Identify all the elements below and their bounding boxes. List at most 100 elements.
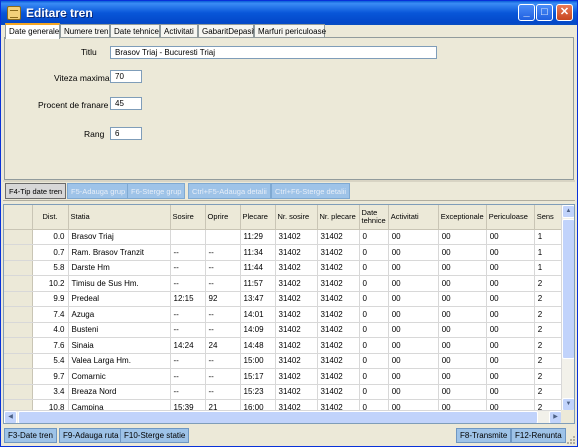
cell-activitati[interactable]: 00 [388, 384, 439, 400]
cell-periculoase[interactable]: 00 [486, 337, 535, 354]
cell-date-tehnice[interactable]: 0 [359, 322, 389, 338]
cell-periculoase[interactable]: 00 [486, 244, 535, 261]
cell-sosire[interactable]: -- [170, 384, 206, 400]
cell-nr-plecare[interactable]: 31402 [317, 384, 360, 400]
cell-dist[interactable]: 7.4 [32, 306, 69, 323]
cell-exceptionale[interactable]: 00 [438, 368, 487, 385]
cell-activitati[interactable]: 00 [388, 244, 439, 261]
cell-oprire[interactable]: -- [205, 244, 241, 261]
cell-nr-sosire[interactable]: 31402 [275, 291, 318, 307]
cell-dist[interactable]: 4.0 [32, 322, 69, 338]
resize-grip-icon[interactable] [566, 435, 576, 445]
tab-date-generale[interactable]: Date generale [5, 23, 60, 39]
cell-dist[interactable]: 0.7 [32, 244, 69, 261]
cell-oprire[interactable] [205, 229, 241, 245]
cell-statia[interactable]: Brasov Triaj [68, 229, 171, 245]
cell-nr-sosire[interactable]: 31402 [275, 337, 318, 354]
cell-exceptionale[interactable]: 00 [438, 291, 487, 307]
col-periculoase[interactable]: Periculoase [486, 205, 535, 230]
horizontal-scrollbar[interactable]: ◀ ▶ [4, 410, 563, 423]
cell-date-tehnice[interactable]: 0 [359, 368, 389, 385]
vertical-scrollbar[interactable]: ▲ ▼ [561, 205, 574, 411]
cell-plecare[interactable]: 11:29 [240, 229, 276, 245]
cell-exceptionale[interactable]: 00 [438, 229, 487, 245]
col-exceptionale[interactable]: Exceptionale [438, 205, 487, 230]
cell-nr-plecare[interactable]: 31402 [317, 244, 360, 261]
cell-statia[interactable]: Comarnic [68, 368, 171, 385]
row-header[interactable] [4, 306, 33, 323]
cell-nr-sosire[interactable]: 31402 [275, 306, 318, 323]
minimize-button[interactable]: _ [518, 4, 535, 21]
cell-dist[interactable]: 5.8 [32, 260, 69, 276]
cell-sens[interactable]: 2 [534, 353, 565, 369]
titlu-field[interactable]: Brasov Triaj - Bucuresti Triaj [110, 46, 437, 59]
cell-sens[interactable]: 2 [534, 322, 565, 338]
cell-periculoase[interactable]: 00 [486, 260, 535, 276]
cell-nr-sosire[interactable]: 31402 [275, 229, 318, 245]
cell-nr-sosire[interactable]: 31402 [275, 260, 318, 276]
col-dist[interactable]: Dist. [32, 205, 69, 230]
cell-activitati[interactable]: 00 [388, 353, 439, 369]
row-header[interactable] [4, 322, 33, 338]
cell-periculoase[interactable]: 00 [486, 368, 535, 385]
cell-date-tehnice[interactable]: 0 [359, 306, 389, 323]
cell-dist[interactable]: 10.2 [32, 275, 69, 292]
cell-periculoase[interactable]: 00 [486, 306, 535, 323]
cell-periculoase[interactable]: 00 [486, 275, 535, 292]
cell-nr-plecare[interactable]: 31402 [317, 353, 360, 369]
cell-dist[interactable]: 9.7 [32, 368, 69, 385]
cell-nr-sosire[interactable]: 31402 [275, 384, 318, 400]
cell-periculoase[interactable]: 00 [486, 229, 535, 245]
scroll-left-icon[interactable]: ◀ [4, 411, 17, 423]
col-oprire[interactable]: Oprire [205, 205, 241, 230]
table-row[interactable]: 9.7 Comarnic -- -- 15:17 31402 31402 0 00 00 00 2 [4, 368, 565, 385]
cell-oprire[interactable]: -- [205, 306, 241, 323]
tip-date-tren-button[interactable]: F4-Tip date tren [5, 183, 67, 199]
cell-statia[interactable]: Valea Larga Hm. [68, 353, 171, 369]
close-button[interactable]: ✕ [556, 4, 573, 21]
cell-nr-plecare[interactable]: 31402 [317, 337, 360, 354]
cell-nr-sosire[interactable]: 31402 [275, 353, 318, 369]
cell-oprire[interactable]: -- [205, 322, 241, 338]
cell-plecare[interactable]: 13:47 [240, 291, 276, 307]
cell-sosire[interactable]: -- [170, 244, 206, 261]
cell-statia[interactable]: Azuga [68, 306, 171, 323]
transmite-button[interactable]: F8-Transmite [456, 428, 512, 443]
horizontal-scroll-thumb[interactable] [18, 411, 538, 423]
cell-date-tehnice[interactable]: 0 [359, 384, 389, 400]
cell-oprire[interactable]: -- [205, 353, 241, 369]
table-row[interactable]: 3.4 Breaza Nord -- -- 15:23 31402 31402 0 00 00 00… [4, 384, 565, 400]
cell-periculoase[interactable]: 00 [486, 384, 535, 400]
cell-periculoase[interactable]: 00 [486, 322, 535, 338]
sterge-grup-button[interactable]: F6-Sterge grup [127, 183, 186, 199]
cell-exceptionale[interactable]: 00 [438, 322, 487, 338]
cell-exceptionale[interactable]: 00 [438, 306, 487, 323]
cell-statia[interactable]: Timisu de Sus Hm. [68, 275, 171, 292]
cell-plecare[interactable]: 15:00 [240, 353, 276, 369]
cell-nr-sosire[interactable]: 31402 [275, 244, 318, 261]
row-header[interactable] [4, 368, 33, 385]
table-row[interactable]: 5.4 Valea Larga Hm. -- -- 15:00 31402 31402 0 00… [4, 353, 565, 369]
cell-activitati[interactable]: 00 [388, 275, 439, 292]
cell-sens[interactable]: 2 [534, 275, 565, 292]
cell-periculoase[interactable]: 00 [486, 353, 535, 369]
tab-gabarit-depasit[interactable]: GabaritDepasit [198, 24, 255, 38]
cell-oprire[interactable]: -- [205, 384, 241, 400]
row-header[interactable] [4, 244, 33, 261]
row-header[interactable] [4, 353, 33, 369]
scroll-up-icon[interactable]: ▲ [562, 205, 574, 218]
row-header[interactable] [4, 337, 33, 354]
cell-oprire[interactable]: -- [205, 368, 241, 385]
cell-statia[interactable]: Busteni [68, 322, 171, 338]
cell-sosire[interactable]: 12:15 [170, 291, 206, 307]
row-header[interactable] [4, 260, 33, 276]
cell-sosire[interactable]: -- [170, 306, 206, 323]
cell-exceptionale[interactable]: 00 [438, 353, 487, 369]
cell-date-tehnice[interactable]: 0 [359, 275, 389, 292]
viteza-maxima-field[interactable]: 70 [110, 70, 142, 83]
cell-activitati[interactable]: 00 [388, 368, 439, 385]
cell-date-tehnice[interactable]: 0 [359, 260, 389, 276]
table-row[interactable]: 5.8 Darste Hm -- -- 11:44 31402 31402 0 00 00 00 1 [4, 260, 565, 276]
cell-dist[interactable]: 3.4 [32, 384, 69, 400]
cell-sosire[interactable]: -- [170, 353, 206, 369]
